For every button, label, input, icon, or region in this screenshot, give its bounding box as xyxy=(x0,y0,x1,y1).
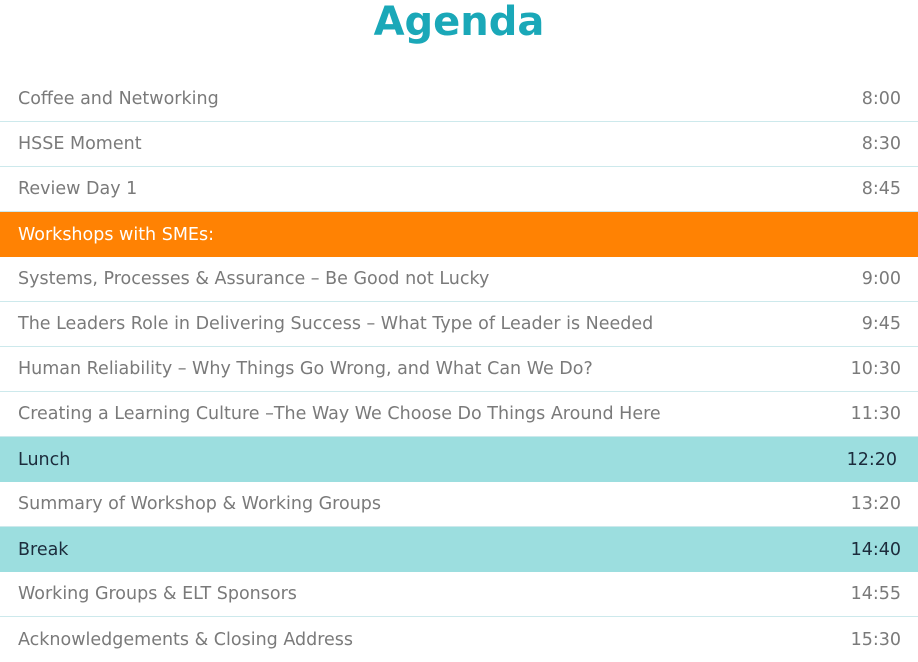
agenda-row: Working Groups & ELT Sponsors 14:55 xyxy=(0,572,918,617)
agenda-table: Coffee and Networking 8:00 HSSE Moment 8… xyxy=(0,77,918,662)
agenda-item-time: 9:45 xyxy=(861,314,901,334)
agenda-section-header: Workshops with SMEs: xyxy=(0,212,918,257)
agenda-row: Coffee and Networking 8:00 xyxy=(0,77,918,122)
agenda-row: Systems, Processes & Assurance – Be Good… xyxy=(0,257,918,302)
agenda-break-row: Lunch 12:20 xyxy=(0,437,918,482)
agenda-item-time: 14:55 xyxy=(850,584,901,604)
section-label: Workshops with SMEs: xyxy=(18,224,214,245)
agenda-item-label: Working Groups & ELT Sponsors xyxy=(18,584,297,604)
break-time: 14:40 xyxy=(850,539,901,560)
break-label: Break xyxy=(18,539,69,560)
agenda-row: Human Reliability – Why Things Go Wrong,… xyxy=(0,347,918,392)
agenda-row: Acknowledgements & Closing Address 15:30 xyxy=(0,617,918,662)
agenda-item-label: The Leaders Role in Delivering Success –… xyxy=(18,314,654,334)
agenda-item-label: Creating a Learning Culture –The Way We … xyxy=(18,404,661,424)
agenda-item-time: 8:30 xyxy=(861,134,901,154)
agenda-item-label: HSSE Moment xyxy=(18,134,142,154)
agenda-item-label: Coffee and Networking xyxy=(18,89,219,109)
agenda-item-time: 15:30 xyxy=(850,629,901,650)
agenda-row: The Leaders Role in Delivering Success –… xyxy=(0,302,918,347)
agenda-item-label: Review Day 1 xyxy=(18,179,138,199)
agenda-item-time: 8:45 xyxy=(861,179,901,199)
agenda-row: Review Day 1 8:45 xyxy=(0,167,918,212)
break-time: 12:20 xyxy=(846,449,897,470)
page-title: Agenda xyxy=(373,0,545,45)
agenda-item-label: Human Reliability – Why Things Go Wrong,… xyxy=(18,359,593,379)
agenda-break-row: Break 14:40 xyxy=(0,527,918,572)
agenda-row: Creating a Learning Culture –The Way We … xyxy=(0,392,918,437)
agenda-item-time: 9:00 xyxy=(861,269,901,289)
agenda-item-time: 13:20 xyxy=(850,494,901,514)
agenda-row: Summary of Workshop & Working Groups 13:… xyxy=(0,482,918,527)
agenda-item-time: 10:30 xyxy=(850,359,901,379)
agenda-item-time: 8:00 xyxy=(861,89,901,109)
break-label: Lunch xyxy=(18,449,71,470)
agenda-item-label: Summary of Workshop & Working Groups xyxy=(18,494,382,514)
agenda-item-label: Acknowledgements & Closing Address xyxy=(18,629,354,650)
agenda-item-time: 11:30 xyxy=(850,404,901,424)
agenda-row: HSSE Moment 8:30 xyxy=(0,122,918,167)
agenda-item-label: Systems, Processes & Assurance – Be Good… xyxy=(18,269,490,289)
